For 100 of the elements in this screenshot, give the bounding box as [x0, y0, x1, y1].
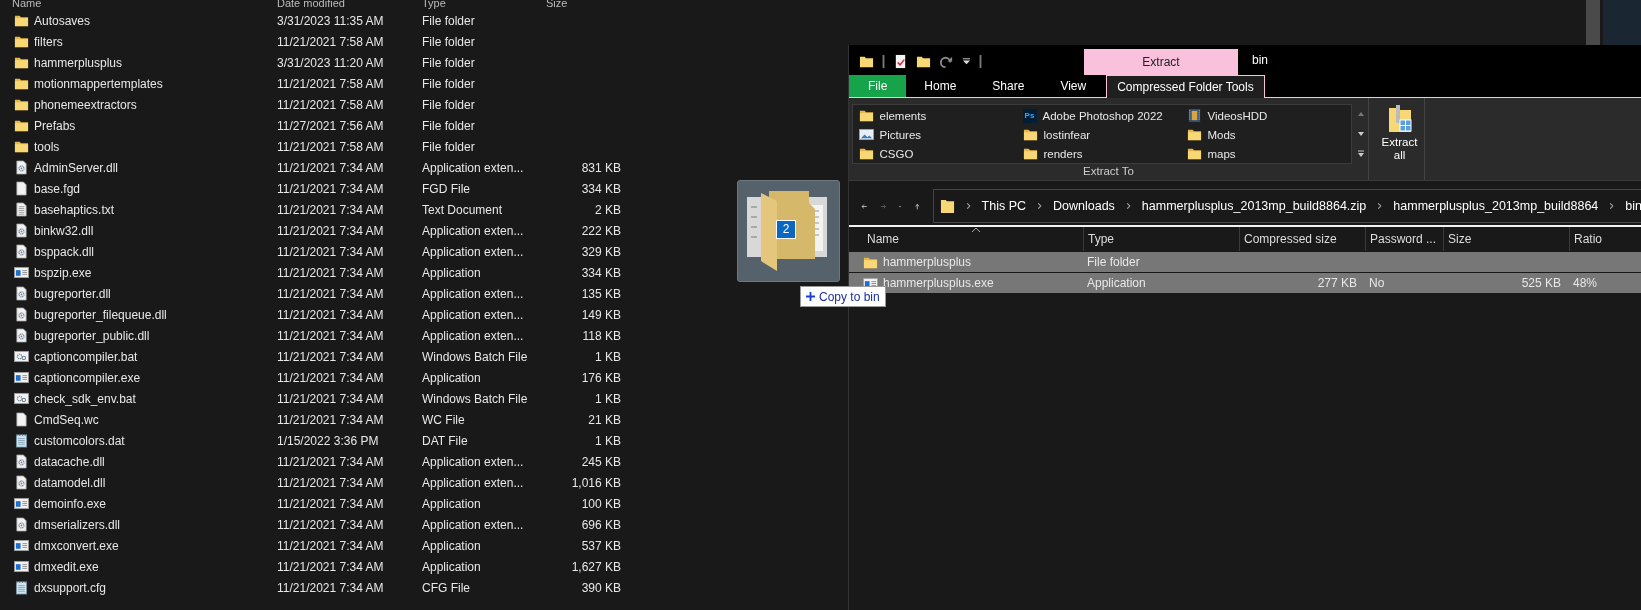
chevron-right-icon[interactable]	[1036, 201, 1043, 211]
scrollbar[interactable]	[1586, 0, 1600, 45]
file-type: Application	[422, 559, 482, 574]
file-size: 1,627 KB	[570, 559, 621, 574]
column-header[interactable]: Type	[1083, 227, 1239, 251]
file-name[interactable]: bspzip.exe	[34, 265, 92, 280]
file-name[interactable]: hammerplusplus	[34, 55, 123, 70]
file-name[interactable]: bugreporter_public.dll	[34, 328, 150, 343]
column-header[interactable]: Date modified	[277, 0, 345, 9]
file-type: Windows Batch File	[422, 391, 529, 406]
file-name[interactable]: basehaptics.txt	[34, 202, 115, 217]
destination-item[interactable]: renders	[1022, 144, 1187, 163]
file-size: 1,016 KB	[570, 475, 621, 490]
column-header[interactable]: Password ...	[1365, 227, 1443, 251]
column-header[interactable]: Compressed size	[1239, 227, 1365, 251]
gear-window-icon	[14, 349, 29, 364]
file-name[interactable]: datacache.dll	[34, 454, 105, 469]
column-header[interactable]: Type	[422, 0, 446, 9]
ribbon-tab[interactable]: Home	[906, 75, 975, 97]
folder-icon	[1022, 146, 1038, 161]
file-size: 334 KB	[580, 265, 621, 280]
column-header[interactable]: Size	[1443, 227, 1569, 251]
file-name[interactable]: dxsupport.cfg	[34, 580, 107, 595]
file-type: Application exten...	[422, 223, 525, 238]
ribbon-tab[interactable]: View	[1042, 75, 1105, 97]
file-name[interactable]: phonemeextractors	[34, 97, 137, 112]
file-name[interactable]: motionmappertemplates	[34, 76, 163, 91]
file-size: 1 KB	[594, 349, 621, 364]
file-type: Windows Batch File	[422, 349, 529, 364]
breadcrumb[interactable]: hammerplusplus_2013mp_build8864	[1393, 199, 1599, 213]
properties-icon[interactable]	[893, 54, 908, 69]
redo-icon[interactable]	[939, 54, 954, 69]
gear-document-icon	[14, 286, 29, 301]
file-name[interactable]: Prefabs	[34, 118, 76, 133]
file-name[interactable]: demoinfo.exe	[34, 496, 107, 511]
application-window-icon	[14, 559, 29, 574]
file-name[interactable]: dmxconvert.exe	[34, 538, 119, 553]
separator-icon	[979, 54, 982, 69]
file-type: Application exten...	[422, 454, 525, 469]
ribbon-tab[interactable]: Compressed Folder Tools	[1106, 75, 1265, 98]
destination-item[interactable]: elements	[858, 106, 1023, 125]
file-name[interactable]: bugreporter.dll	[34, 286, 111, 301]
file-name[interactable]: dmserializers.dll	[34, 517, 121, 532]
file-name[interactable]: base.fgd	[34, 181, 81, 196]
file-name[interactable]: dmxedit.exe	[34, 559, 99, 574]
new-folder-icon[interactable]	[916, 54, 931, 69]
chevron-right-icon[interactable]	[964, 201, 972, 211]
destination-item[interactable]: Pictures	[858, 125, 1023, 144]
breadcrumb[interactable]: Downloads	[1053, 199, 1115, 213]
destination-item[interactable]: lostinfear	[1022, 125, 1187, 144]
file-name[interactable]: Autosaves	[34, 13, 91, 28]
destination-item[interactable]: Ps Adobe Photoshop 2022	[1022, 106, 1187, 125]
ribbon-tab[interactable]: Share	[974, 75, 1043, 97]
file-name[interactable]: customcolors.dat	[34, 433, 125, 448]
file-row[interactable]: hammerplusplus File folder	[849, 252, 1641, 272]
file-name[interactable]: AdminServer.dll	[34, 160, 119, 175]
column-header[interactable]: Ratio	[1569, 227, 1641, 251]
file-name[interactable]: tools	[34, 139, 60, 154]
file-name[interactable]: CmdSeq.wc	[34, 412, 99, 427]
breadcrumb[interactable]: hammerplusplus_2013mp_build8864.zip	[1141, 199, 1367, 213]
column-header[interactable]: Name	[12, 0, 42, 9]
file-type: Application exten...	[422, 286, 525, 301]
chevron-right-icon[interactable]	[1376, 201, 1384, 211]
folder-icon	[14, 76, 29, 91]
folder-icon	[14, 118, 29, 133]
expand-gallery-icon[interactable]	[1355, 149, 1366, 159]
folder-icon[interactable]	[859, 54, 874, 69]
breadcrumb[interactable]: This PC	[981, 199, 1026, 213]
file-name[interactable]: binkw32.dll	[34, 223, 94, 238]
gear-document-icon	[14, 160, 29, 175]
column-header[interactable]: Name	[863, 227, 1083, 251]
destination-item[interactable]: VideosHDD	[1186, 106, 1351, 125]
file-type: File folder	[422, 13, 476, 28]
file-size: 329 KB	[580, 244, 621, 259]
destination-item[interactable]: CSGO	[858, 144, 1023, 163]
destination-item[interactable]: maps	[1186, 144, 1351, 163]
file-name[interactable]: check_sdk_env.bat	[34, 391, 136, 406]
file-name[interactable]: datamodel.dll	[34, 475, 106, 490]
notepad-icon	[14, 433, 29, 448]
file-name[interactable]: bugreporter_filequeue.dll	[34, 307, 167, 322]
file-size: 2 KB	[594, 202, 621, 217]
zip-folder-icon	[1387, 104, 1412, 134]
address-bar[interactable]: This PC Downloads hammerplusplus_2013mp_build8864.zip hammerplusplus_2013mp_build8864 bin	[932, 189, 1641, 223]
destination-item[interactable]: Mods	[1186, 125, 1351, 144]
file-name[interactable]: captioncompiler.bat	[34, 349, 138, 364]
breadcrumb[interactable]: bin	[1625, 199, 1641, 213]
chevron-right-icon[interactable]	[1124, 201, 1132, 211]
file-name[interactable]: bsppack.dll	[34, 244, 95, 259]
folder-icon	[14, 139, 29, 154]
column-header[interactable]: Size	[546, 0, 568, 9]
dropdown-icon[interactable]	[962, 57, 971, 66]
chevron-right-icon[interactable]	[1608, 201, 1616, 211]
file-type: File folder	[422, 34, 476, 49]
extract-all-button[interactable]: Extract all	[1375, 98, 1425, 180]
file-row[interactable]: hammerplusplus.exe Application 277 KB No 525 KB 48%	[849, 273, 1641, 293]
file-type: Application exten...	[422, 328, 525, 343]
file-type: FGD File	[422, 181, 471, 196]
file-name[interactable]: captioncompiler.exe	[34, 370, 141, 385]
file-name[interactable]: filters	[34, 34, 63, 49]
file-size: 334 KB	[580, 181, 621, 196]
